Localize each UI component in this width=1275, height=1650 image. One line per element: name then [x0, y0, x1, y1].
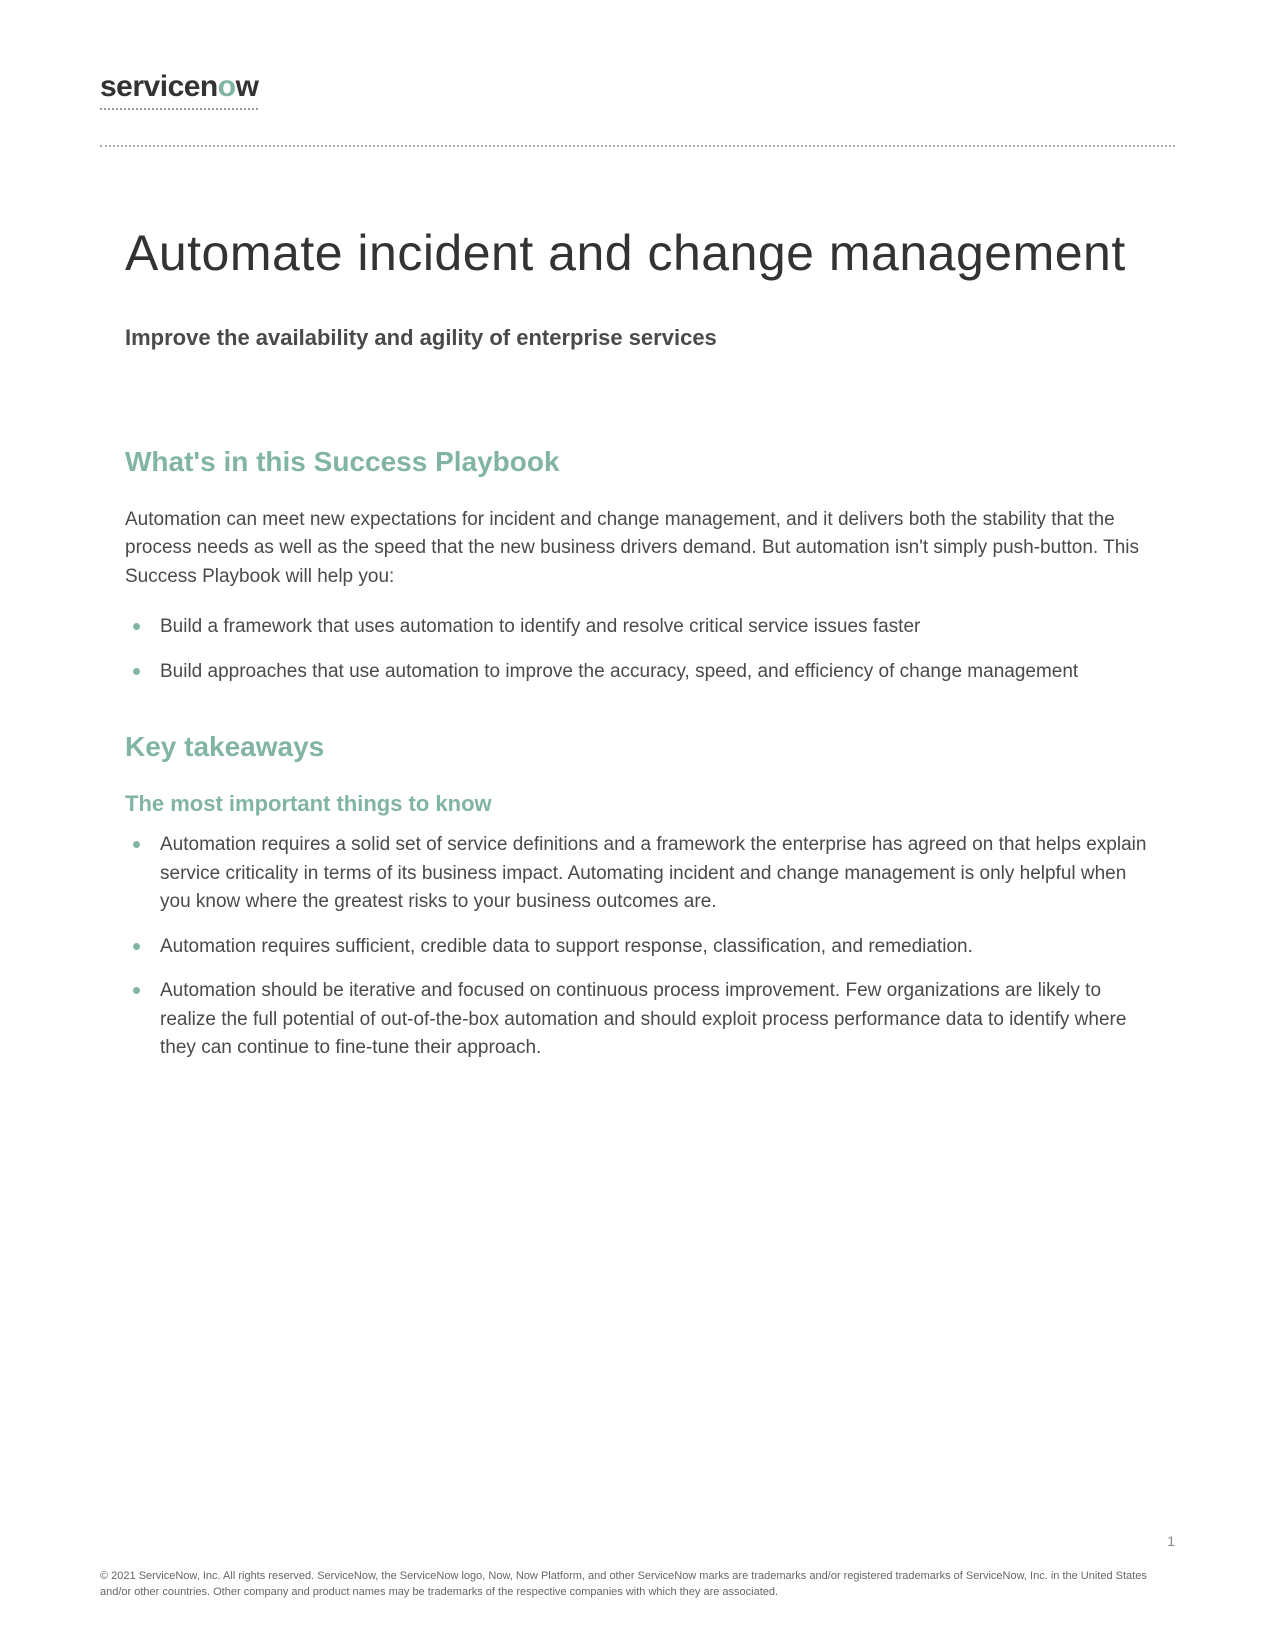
section-key-takeaways-bullets: Automation requires a solid set of servi… — [125, 831, 1150, 1063]
section-whats-in-intro: Automation can meet new expectations for… — [125, 506, 1150, 592]
page-title: Automate incident and change management — [125, 222, 1150, 285]
list-item: Automation requires sufficient, credible… — [125, 933, 1150, 962]
header-rule — [100, 145, 1175, 147]
content-area: Automate incident and change management … — [100, 222, 1175, 1063]
section-key-takeaways-heading: Key takeaways — [125, 731, 1150, 763]
logo-prefix: servicen — [100, 70, 218, 103]
section-key-takeaways-subheading: The most important things to know — [125, 791, 1150, 817]
list-item: Build a framework that uses automation t… — [125, 613, 1150, 642]
footer: 1 © 2021 ServiceNow, Inc. All rights res… — [100, 1533, 1175, 1600]
section-whats-in-heading: What's in this Success Playbook — [125, 446, 1150, 478]
list-item: Automation should be iterative and focus… — [125, 977, 1150, 1063]
subtitle: Improve the availability and agility of … — [125, 325, 1150, 351]
list-item: Automation requires a solid set of servi… — [125, 831, 1150, 917]
logo: servicenow — [100, 70, 258, 110]
logo-o: o — [218, 70, 236, 103]
list-item: Build approaches that use automation to … — [125, 658, 1150, 687]
document-page: servicenow Automate incident and change … — [0, 0, 1275, 1148]
logo-suffix: w — [236, 70, 259, 103]
copyright-text: © 2021 ServiceNow, Inc. All rights reser… — [100, 1569, 1175, 1600]
section-whats-in-bullets: Build a framework that uses automation t… — [125, 613, 1150, 686]
page-number: 1 — [100, 1533, 1175, 1549]
